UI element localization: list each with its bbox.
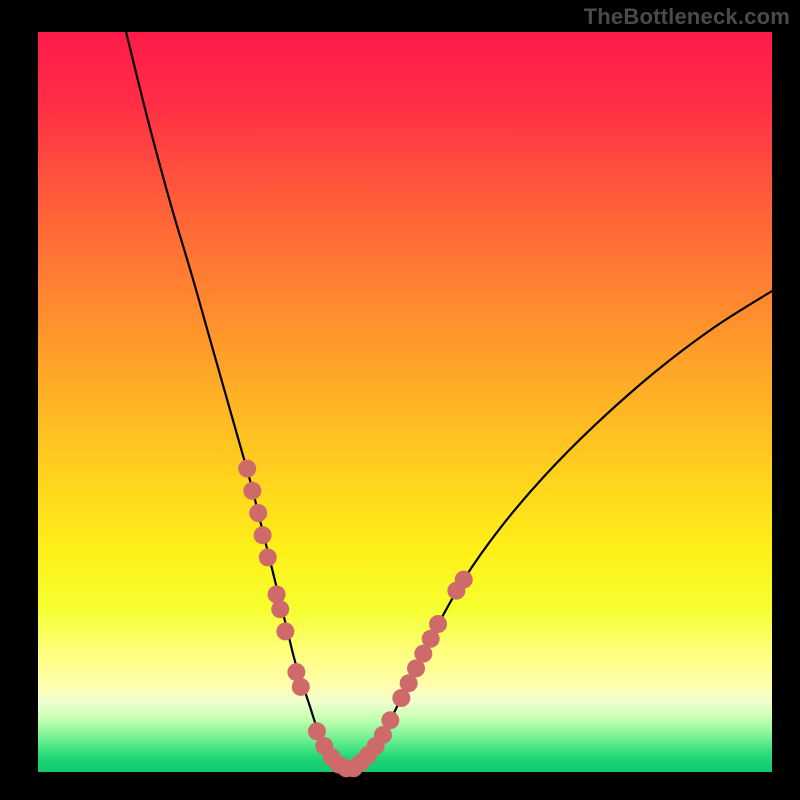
data-marker [254,526,272,544]
data-marker [381,711,399,729]
chart-plot-area [38,32,772,772]
data-marker [238,460,256,478]
data-marker [292,678,310,696]
data-marker [271,600,289,618]
data-marker [249,504,267,522]
watermark-text: TheBottleneck.com [584,4,790,30]
data-marker [259,548,277,566]
data-marker [243,482,261,500]
bottleneck-chart [0,0,800,800]
chart-frame: TheBottleneck.com [0,0,800,800]
data-marker [276,622,294,640]
data-marker [455,571,473,589]
data-marker [429,615,447,633]
